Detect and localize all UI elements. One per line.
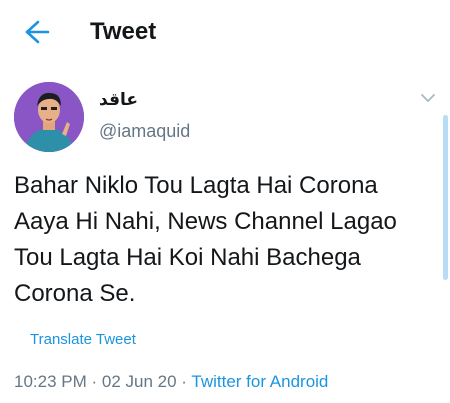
tweet-source-link[interactable]: Twitter for Android bbox=[191, 372, 328, 391]
scrollbar[interactable] bbox=[443, 115, 448, 280]
avatar-illustration bbox=[14, 82, 84, 152]
page-title: Tweet bbox=[90, 18, 157, 45]
avatar[interactable] bbox=[14, 82, 84, 152]
top-bar: Tweet bbox=[0, 0, 450, 66]
tweet-time[interactable]: 10:23 PM bbox=[14, 372, 87, 391]
tweet-date[interactable]: 02 Jun 20 bbox=[102, 372, 177, 391]
tweet-text: Bahar Niklo Tou Lagta Hai Corona Aaya Hi… bbox=[14, 172, 397, 307]
meta-separator: · bbox=[86, 372, 102, 391]
meta-separator: · bbox=[176, 372, 192, 391]
chevron-down-icon[interactable] bbox=[420, 92, 436, 104]
display-name[interactable]: عاقد bbox=[99, 90, 138, 110]
back-arrow-icon[interactable] bbox=[20, 18, 50, 46]
translate-tweet-link[interactable]: Translate Tweet bbox=[30, 331, 136, 348]
tweet-meta: 10:23 PM · 02 Jun 20 · Twitter for Andro… bbox=[14, 372, 328, 392]
user-handle[interactable]: @iamaquid bbox=[99, 121, 190, 142]
